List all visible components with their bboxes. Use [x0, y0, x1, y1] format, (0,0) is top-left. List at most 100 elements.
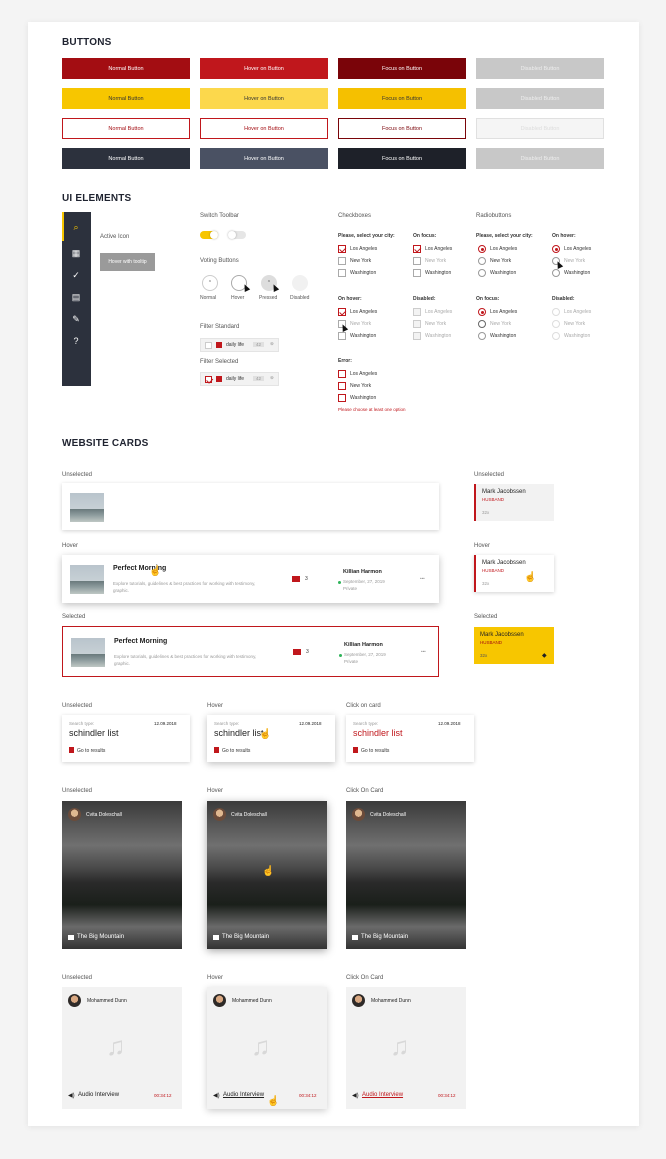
- toggle-off[interactable]: [228, 231, 246, 239]
- search-icon[interactable]: ⌕: [71, 222, 81, 232]
- audio-card-hover[interactable]: Mohammed Dunn ♫ ◀) Audio Interview 00:34…: [207, 987, 327, 1109]
- audio-title[interactable]: Audio Interview: [223, 1092, 264, 1098]
- checkbox[interactable]: [338, 257, 346, 265]
- outline-button-hover[interactable]: Hover on Button: [200, 118, 328, 139]
- go-to-results-link[interactable]: Go to results: [361, 748, 389, 754]
- audio-duration: 00:34:12: [299, 1093, 317, 1098]
- photo-card-unselected[interactable]: Cvita Doleschall The Big Mountain: [62, 801, 182, 949]
- playlist-music-icon: ♫: [106, 1031, 126, 1061]
- pointer-cursor-icon: [554, 260, 564, 269]
- search-type-label: Search type:: [69, 721, 95, 726]
- section-title-buttons: BUTTONS: [62, 37, 112, 48]
- radio[interactable]: [478, 257, 486, 265]
- tooltip: Hover with tooltip: [100, 253, 155, 271]
- outline-button-focus[interactable]: Focus on Button: [338, 118, 466, 139]
- yellow-button-disabled: Disabled Button: [476, 88, 604, 109]
- filter-standard-title: Filter Standard: [200, 324, 240, 330]
- checkbox-error[interactable]: [338, 382, 346, 390]
- option-label: New York: [490, 321, 512, 327]
- more-options-icon[interactable]: •••: [421, 649, 426, 654]
- article-card-unselected[interactable]: [62, 483, 439, 530]
- dark-button-hover[interactable]: Hover on Button: [200, 148, 328, 169]
- state-label: Hover: [474, 543, 491, 549]
- article-card-hover[interactable]: Perfect Morning Explore tutorials, guide…: [62, 555, 439, 603]
- contact-card-icon[interactable]: ▤: [71, 292, 81, 302]
- grid-icon[interactable]: ▦: [71, 248, 81, 258]
- clipboard-check-icon[interactable]: ✓: [71, 270, 81, 280]
- radio[interactable]: [478, 269, 486, 277]
- tag-icon: ◆: [542, 653, 547, 659]
- primary-button-normal[interactable]: Normal Button: [62, 58, 190, 79]
- vote-button-normal[interactable]: ⌃: [202, 275, 218, 291]
- photo-card-hover[interactable]: Cvita Doleschall ☝ The Big Mountain: [207, 801, 327, 949]
- close-icon[interactable]: ⊗: [270, 375, 274, 381]
- help-icon[interactable]: ?: [71, 336, 81, 346]
- article-title[interactable]: Perfect Morning: [114, 638, 167, 645]
- yellow-button-hover[interactable]: Hover on Button: [200, 88, 328, 109]
- person-card-hover[interactable]: Mark Jacobssen HUSBAND 32x ☝: [474, 555, 554, 592]
- image-icon: [213, 935, 219, 940]
- post-date: September, 27, 2019: [344, 652, 386, 657]
- photo-author: Cvita Doleschall: [231, 812, 267, 818]
- audio-title[interactable]: Audio Interview: [362, 1092, 403, 1098]
- comment-icon: [292, 576, 300, 582]
- primary-button-focus[interactable]: Focus on Button: [338, 58, 466, 79]
- search-card-unselected[interactable]: Search type: 12.09.2018 schindler list G…: [62, 715, 190, 762]
- chat-icon[interactable]: ✎: [71, 314, 81, 324]
- option-label: New York: [564, 321, 586, 327]
- state-label: Selected: [62, 614, 86, 620]
- outline-button-disabled: Disabled Button: [476, 118, 604, 139]
- option-label: Washington: [350, 395, 377, 401]
- filter-chip[interactable]: daily life 42 ⊗: [200, 338, 279, 352]
- dark-button-normal[interactable]: Normal Button: [62, 148, 190, 169]
- person-card-selected[interactable]: Mark Jacobssen HUSBAND 32x ◆: [474, 627, 554, 664]
- dark-button-focus[interactable]: Focus on Button: [338, 148, 466, 169]
- results-icon: [353, 747, 358, 753]
- outline-button-normal[interactable]: Normal Button: [62, 118, 190, 139]
- checkbox-error[interactable]: [338, 394, 346, 402]
- checkbox-group-label: Please, select your city:: [338, 233, 395, 239]
- radio[interactable]: [478, 308, 486, 316]
- audio-card-clicked[interactable]: Mohammed Dunn ♫ ◀) Audio Interview 00:34…: [346, 987, 466, 1109]
- primary-button-hover[interactable]: Hover on Button: [200, 58, 328, 79]
- checkbox-error[interactable]: [338, 370, 346, 378]
- checkbox-group-label: Error:: [338, 358, 352, 364]
- checkbox[interactable]: [413, 269, 421, 277]
- person-name: Mark Jacobssen: [480, 632, 524, 638]
- more-options-icon[interactable]: •••: [420, 576, 425, 581]
- author-name: Killian Harmon: [343, 569, 382, 575]
- toggle-on[interactable]: [200, 231, 218, 239]
- checkbox[interactable]: [338, 269, 346, 277]
- audio-card-unselected[interactable]: Mohammed Dunn ♫ ◀) Audio Interview 00:34…: [62, 987, 182, 1109]
- yellow-button-normal[interactable]: Normal Button: [62, 88, 190, 109]
- checkbox[interactable]: [413, 257, 421, 265]
- search-card-hover[interactable]: Search type: 12.09.2018 schindler list G…: [207, 715, 335, 762]
- close-icon[interactable]: ⊗: [270, 341, 274, 347]
- checkbox[interactable]: [338, 308, 346, 316]
- yellow-button-focus[interactable]: Focus on Button: [338, 88, 466, 109]
- filter-selected-title: Filter Selected: [200, 359, 239, 365]
- filter-checkbox[interactable]: [205, 375, 212, 383]
- checkbox[interactable]: [413, 245, 421, 253]
- photo-card-clicked[interactable]: Cvita Doleschall The Big Mountain: [346, 801, 466, 949]
- radio[interactable]: [552, 269, 560, 277]
- filter-chip-selected[interactable]: daily life 42 ⊗: [200, 372, 279, 386]
- radio[interactable]: [478, 320, 486, 328]
- option-label: New York: [490, 258, 512, 264]
- image-icon: [352, 935, 358, 940]
- state-label: Unselected: [474, 472, 505, 478]
- radio[interactable]: [478, 332, 486, 340]
- option-label: Washington: [490, 333, 517, 339]
- checkbox[interactable]: [338, 245, 346, 253]
- photo-author: Cvita Doleschall: [86, 812, 122, 818]
- avatar: [68, 808, 81, 821]
- go-to-results-link[interactable]: Go to results: [222, 748, 250, 754]
- person-card-unselected[interactable]: Mark Jacobssen HUSBAND 32x: [474, 484, 554, 521]
- radio[interactable]: [478, 245, 486, 253]
- radio[interactable]: [552, 245, 560, 253]
- checkbox[interactable]: [338, 332, 346, 340]
- go-to-results-link[interactable]: Go to results: [77, 748, 105, 754]
- filter-checkbox[interactable]: [205, 341, 212, 349]
- search-card-clicked[interactable]: Search type: 12.09.2018 schindler list G…: [346, 715, 474, 762]
- article-card-selected[interactable]: Perfect Morning Explore tutorials, guide…: [62, 626, 439, 677]
